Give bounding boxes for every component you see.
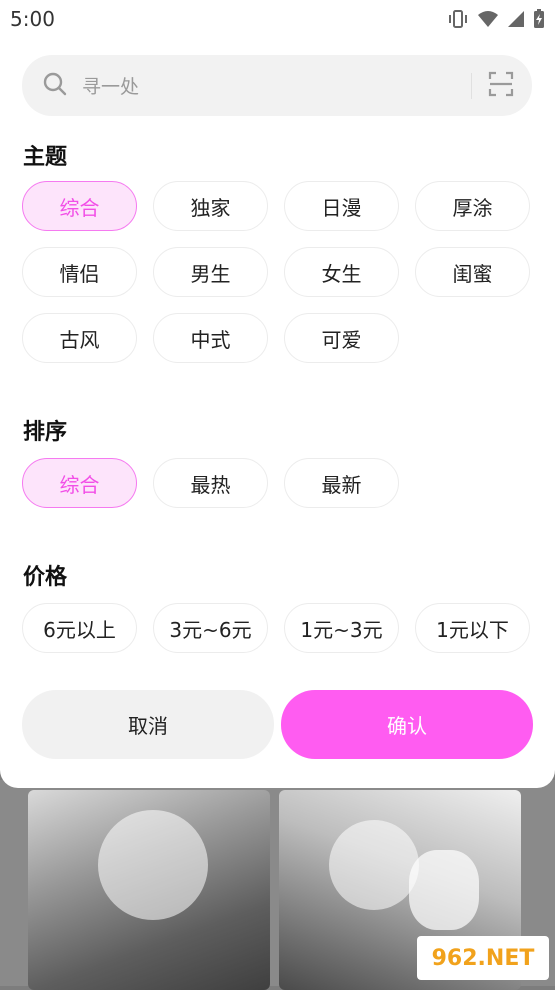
search-divider [471,72,472,99]
site-watermark: 962.NET [417,936,549,980]
status-bar: 5:00 [0,0,555,38]
price-chip[interactable]: 6元以上 [22,603,137,653]
filter-sheet: 5:00 寻一处 主题 综合 独家 日漫 厚涂 情侣 男生 女生 闺蜜 古风 中… [0,0,555,788]
signal-icon [507,10,525,28]
theme-chip[interactable]: 综合 [22,181,137,231]
price-chip[interactable]: 3元~6元 [153,603,268,653]
price-chip[interactable]: 1元~3元 [284,603,399,653]
theme-chip[interactable]: 古风 [22,313,137,363]
battery-charging-icon [533,9,545,29]
theme-chip[interactable]: 可爱 [284,313,399,363]
wallpaper-image [98,810,208,920]
price-chip[interactable]: 1元以下 [415,603,530,653]
search-input[interactable]: 寻一处 [82,72,471,99]
wifi-icon [477,10,499,28]
wallpaper-image [329,820,419,910]
background-wallpaper-grid: 962.NET [0,780,555,990]
theme-chip[interactable]: 男生 [153,247,268,297]
sort-chip[interactable]: 最热 [153,458,268,508]
theme-chip[interactable]: 情侣 [22,247,137,297]
theme-chip[interactable]: 独家 [153,181,268,231]
status-time: 5:00 [10,7,55,31]
confirm-button[interactable]: 确认 [281,690,533,759]
wallpaper-image-detail [409,850,479,930]
search-icon [42,71,68,101]
theme-chip[interactable]: 日漫 [284,181,399,231]
scan-icon[interactable] [488,71,514,101]
theme-chip[interactable]: 厚涂 [415,181,530,231]
wallpaper-card[interactable] [28,790,270,990]
theme-chip[interactable]: 女生 [284,247,399,297]
sort-chip[interactable]: 综合 [22,458,137,508]
sort-chip[interactable]: 最新 [284,458,399,508]
price-section-title: 价格 [23,565,68,590]
vibrate-icon [447,9,469,29]
sort-section-title: 排序 [23,420,68,445]
status-icons [447,9,545,29]
cancel-button[interactable]: 取消 [22,690,274,759]
theme-chip[interactable]: 闺蜜 [415,247,530,297]
theme-chip[interactable]: 中式 [153,313,268,363]
search-bar[interactable]: 寻一处 [22,55,532,116]
theme-section-title: 主题 [23,145,68,170]
